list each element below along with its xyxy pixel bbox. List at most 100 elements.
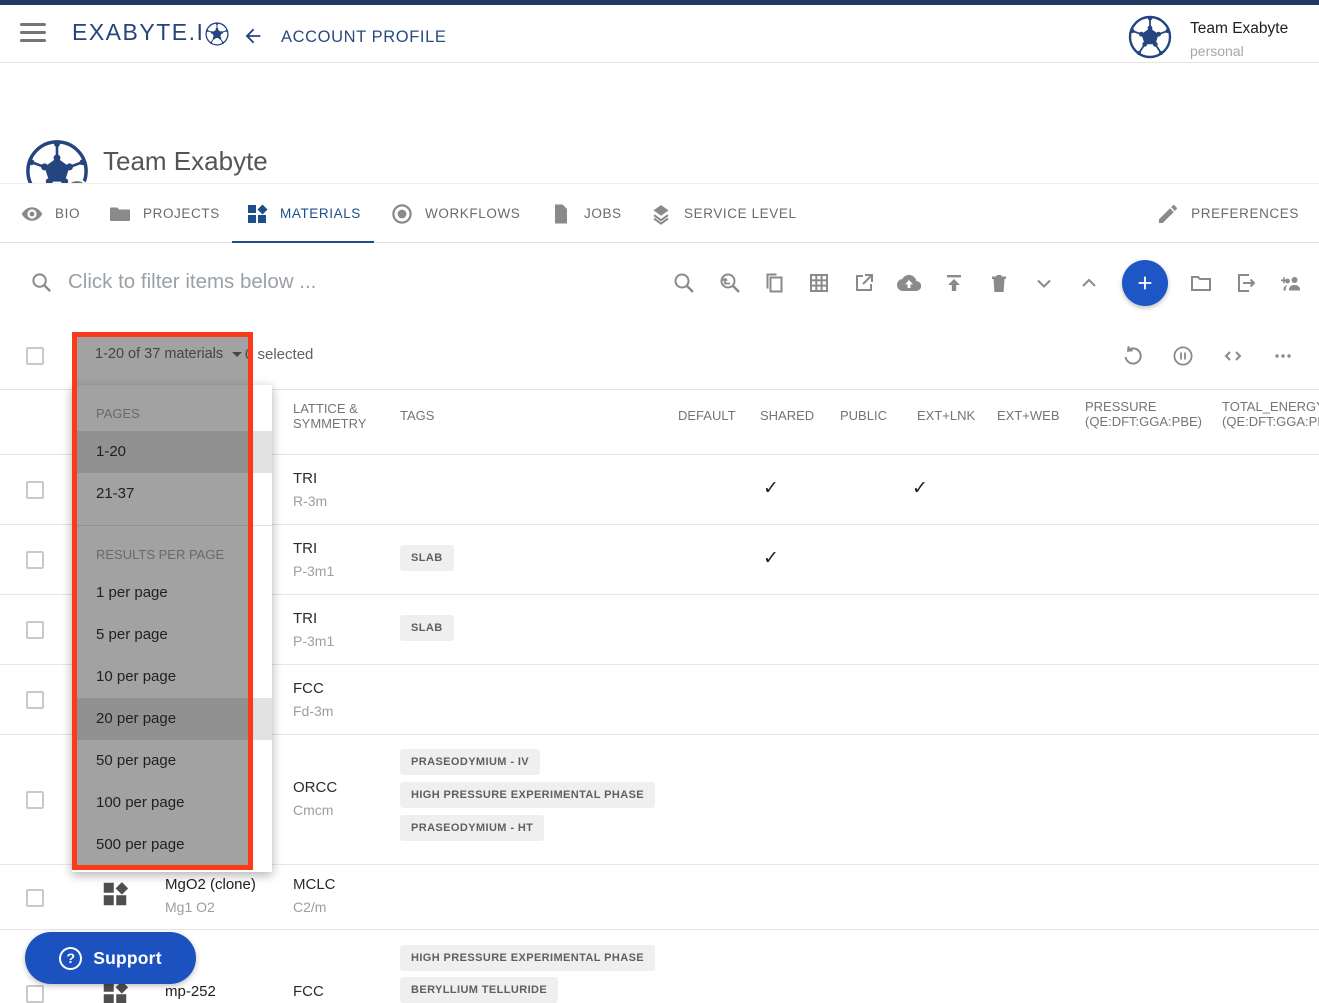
caret-down-icon	[232, 352, 242, 357]
refresh-icon[interactable]	[1121, 344, 1145, 368]
per-page-option-5[interactable]: 5 per page	[72, 614, 272, 656]
column-header-lattice[interactable]: LATTICE & SYMMETRY	[293, 401, 385, 431]
column-header-pressure[interactable]: PRESSURE (QE:DFT:GGA:PBE)	[1085, 399, 1202, 429]
tab-label: MATERIALS	[280, 206, 361, 221]
material-name[interactable]: mp-252	[165, 983, 216, 1000]
per-page-option-500[interactable]: 500 per page	[72, 824, 272, 866]
row-checkbox[interactable]	[26, 621, 44, 639]
column-header-public[interactable]: PUBLIC	[840, 408, 887, 423]
tag-pill: SLAB	[400, 615, 454, 641]
more-horiz-icon[interactable]	[1271, 344, 1295, 368]
pagination-range-label: 1-20 of 37 materials	[95, 346, 223, 362]
tab-bio[interactable]: BIO	[7, 184, 93, 243]
per-page-option-50[interactable]: 50 per page	[72, 740, 272, 782]
lattice-type: FCC	[293, 983, 324, 1000]
pages-section-header: PAGES	[72, 397, 272, 431]
select-all-checkbox[interactable]	[26, 347, 44, 365]
user-avatar[interactable]	[1128, 15, 1172, 59]
tab-materials[interactable]: MATERIALS	[232, 184, 374, 243]
tab-label: SERVICE LEVEL	[684, 206, 797, 221]
tab-service-level[interactable]: SERVICE LEVEL	[636, 184, 810, 243]
row-checkbox[interactable]	[26, 791, 44, 809]
chevron-up-icon[interactable]	[1077, 271, 1101, 295]
search-action-icon[interactable]	[672, 271, 696, 295]
tag-pill: PRASEODYMIUM - HT	[400, 815, 544, 841]
row-checkbox[interactable]	[26, 481, 44, 499]
column-sublabel: (QE:DFT:GGA:PBE)	[1222, 414, 1319, 429]
symmetry-group: Cmcm	[293, 802, 333, 818]
logo-text: EXABYTE.I	[72, 19, 204, 46]
layers-icon	[649, 202, 673, 226]
page-option-21-37[interactable]: 21-37	[72, 473, 272, 515]
row-checkbox[interactable]	[26, 551, 44, 569]
grid-view-icon[interactable]	[807, 271, 831, 295]
per-page-option-1[interactable]: 1 per page	[72, 572, 272, 614]
symmetry-group: Fd-3m	[293, 703, 333, 719]
column-header-total-energy[interactable]: TOTAL_ENERGY (QE:DFT:GGA:PBE)	[1222, 399, 1319, 429]
tab-workflows[interactable]: WORKFLOWS	[377, 184, 533, 243]
menu-icon[interactable]	[20, 23, 46, 45]
tag-pill: HIGH PRESSURE EXPERIMENTAL PHASE	[400, 945, 655, 971]
materials-icon	[245, 202, 269, 226]
code-icon[interactable]	[1221, 344, 1245, 368]
chevron-down-icon[interactable]	[1032, 271, 1056, 295]
pause-circle-icon[interactable]	[1171, 344, 1195, 368]
back-arrow-icon[interactable]	[240, 25, 266, 52]
column-sublabel: (QE:DFT:GGA:PBE)	[1085, 414, 1202, 429]
radio-circle-icon	[390, 202, 414, 226]
app-bar: EXABYTE.I ACCOUNT PROFILE Team Exabyte p…	[0, 5, 1319, 63]
table-actions	[1121, 322, 1295, 390]
per-page-option-10[interactable]: 10 per page	[72, 656, 272, 698]
ext-lnk-check-icon: ✓	[912, 477, 928, 500]
lattice-type: FCC	[293, 680, 324, 697]
row-checkbox[interactable]	[26, 889, 44, 907]
material-formula: Mg1 O2	[165, 899, 215, 915]
soccer-ball-icon	[205, 22, 229, 46]
copy-icon[interactable]	[762, 271, 786, 295]
material-name[interactable]: MgO2 (clone)	[165, 876, 256, 893]
support-button[interactable]: ? Support	[25, 932, 196, 984]
tab-label: PREFERENCES	[1191, 206, 1299, 221]
page-option-1-20[interactable]: 1-20	[72, 431, 272, 473]
column-header-ext-web[interactable]: EXT+WEB	[997, 408, 1060, 423]
profile-header: Team Exabyte gmogni Joined on Oct 15, 20…	[0, 63, 1319, 183]
pagination-dropdown-menu: PAGES 1-20 21-37 RESULTS PER PAGE 1 per …	[72, 385, 272, 872]
tab-preferences[interactable]: PREFERENCES	[1152, 184, 1303, 243]
tag-pill: PRASEODYMIUM - IV	[400, 749, 540, 775]
exit-to-app-icon[interactable]	[1234, 271, 1258, 295]
column-header-shared[interactable]: SHARED	[760, 408, 814, 423]
lattice-type: MCLC	[293, 876, 336, 893]
tab-label: PROJECTS	[143, 206, 220, 221]
filter-actions	[672, 243, 1303, 322]
pagination-dropdown-trigger[interactable]: 1-20 of 37 materials	[95, 346, 242, 362]
account-profile-page: EXABYTE.I ACCOUNT PROFILE Team Exabyte p…	[0, 0, 1319, 1003]
open-in-new-icon[interactable]	[852, 271, 876, 295]
tab-jobs[interactable]: JOBS	[536, 184, 635, 243]
pencil-icon	[1156, 202, 1180, 226]
delete-icon[interactable]	[987, 271, 1011, 295]
tab-projects[interactable]: PROJECTS	[95, 184, 233, 243]
column-header-tags[interactable]: TAGS	[400, 408, 434, 423]
cloud-upload-icon[interactable]	[897, 271, 921, 295]
per-page-option-100[interactable]: 100 per page	[72, 782, 272, 824]
row-checkbox[interactable]	[26, 985, 44, 1003]
column-header-ext-lnk[interactable]: EXT+LNK	[917, 408, 975, 423]
upload-icon[interactable]	[942, 271, 966, 295]
lattice-type: ORCC	[293, 779, 337, 796]
per-page-option-20[interactable]: 20 per page	[72, 698, 272, 740]
symmetry-group: P-3m1	[293, 563, 334, 579]
group-add-icon[interactable]	[1279, 271, 1303, 295]
profile-name: Team Exabyte	[103, 146, 268, 177]
filter-input[interactable]: Click to filter items below ...	[68, 270, 316, 294]
shared-check-icon: ✓	[763, 547, 779, 570]
menu-divider	[72, 525, 272, 526]
row-checkbox[interactable]	[26, 691, 44, 709]
column-header-default[interactable]: DEFAULT	[678, 408, 736, 423]
folder-outline-icon[interactable]	[1189, 271, 1213, 295]
exabyte-logo[interactable]: EXABYTE.I	[72, 19, 229, 46]
add-material-button[interactable]	[1122, 260, 1168, 306]
material-icon	[100, 879, 130, 909]
advanced-search-icon[interactable]	[717, 271, 741, 295]
table-row[interactable]: mp-252 FCC HIGH PRESSURE EXPERIMENTAL PH…	[0, 930, 1319, 1003]
table-row[interactable]: MgO2 (clone) Mg1 O2 MCLC C2/m	[0, 865, 1319, 930]
